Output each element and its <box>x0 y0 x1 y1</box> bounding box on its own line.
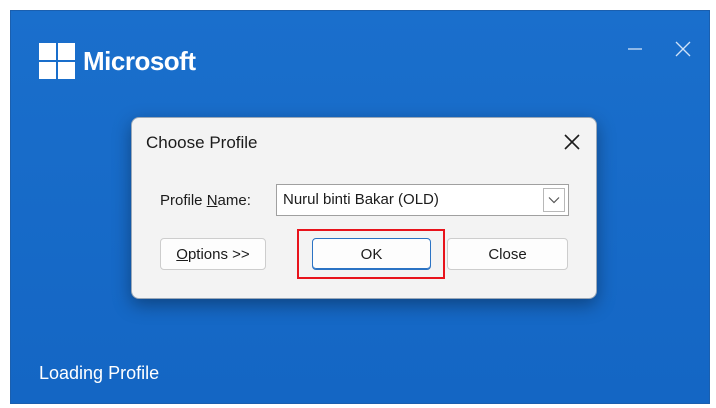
close-label: Close <box>488 245 527 263</box>
options-label: ptions >> <box>187 245 250 263</box>
ok-button[interactable]: OK <box>312 238 431 270</box>
close-icon <box>675 41 691 57</box>
dialog-close-button[interactable] <box>560 130 584 154</box>
close-icon <box>564 134 580 150</box>
dialog-title: Choose Profile <box>146 133 258 152</box>
choose-profile-dialog: Choose Profile Profile Name: Nurul binti… <box>131 117 597 299</box>
profile-label-mnemonic: N <box>206 192 218 209</box>
brand-name: Microsoft <box>83 45 196 76</box>
minimize-button[interactable] <box>627 37 643 61</box>
minimize-icon <box>628 48 642 50</box>
microsoft-logo-icon <box>39 43 75 79</box>
profile-label-prefix: Profile <box>160 192 207 209</box>
window-close-button[interactable] <box>674 37 692 61</box>
brand: Microsoft <box>39 43 196 79</box>
loading-status: Loading Profile <box>39 363 160 383</box>
profile-selected-value: Nurul binti Bakar (OLD) <box>283 191 439 208</box>
profile-name-label: Profile Name: <box>160 192 251 209</box>
close-button[interactable]: Close <box>447 238 568 270</box>
options-button[interactable]: Options >> <box>160 238 266 270</box>
dropdown-button[interactable] <box>543 188 565 212</box>
profile-label-suffix: ame: <box>217 192 251 209</box>
chevron-down-icon <box>548 197 560 204</box>
ok-label: OK <box>360 245 383 263</box>
options-mnemonic: O <box>176 245 188 263</box>
profile-name-select[interactable]: Nurul binti Bakar (OLD) <box>276 184 569 216</box>
